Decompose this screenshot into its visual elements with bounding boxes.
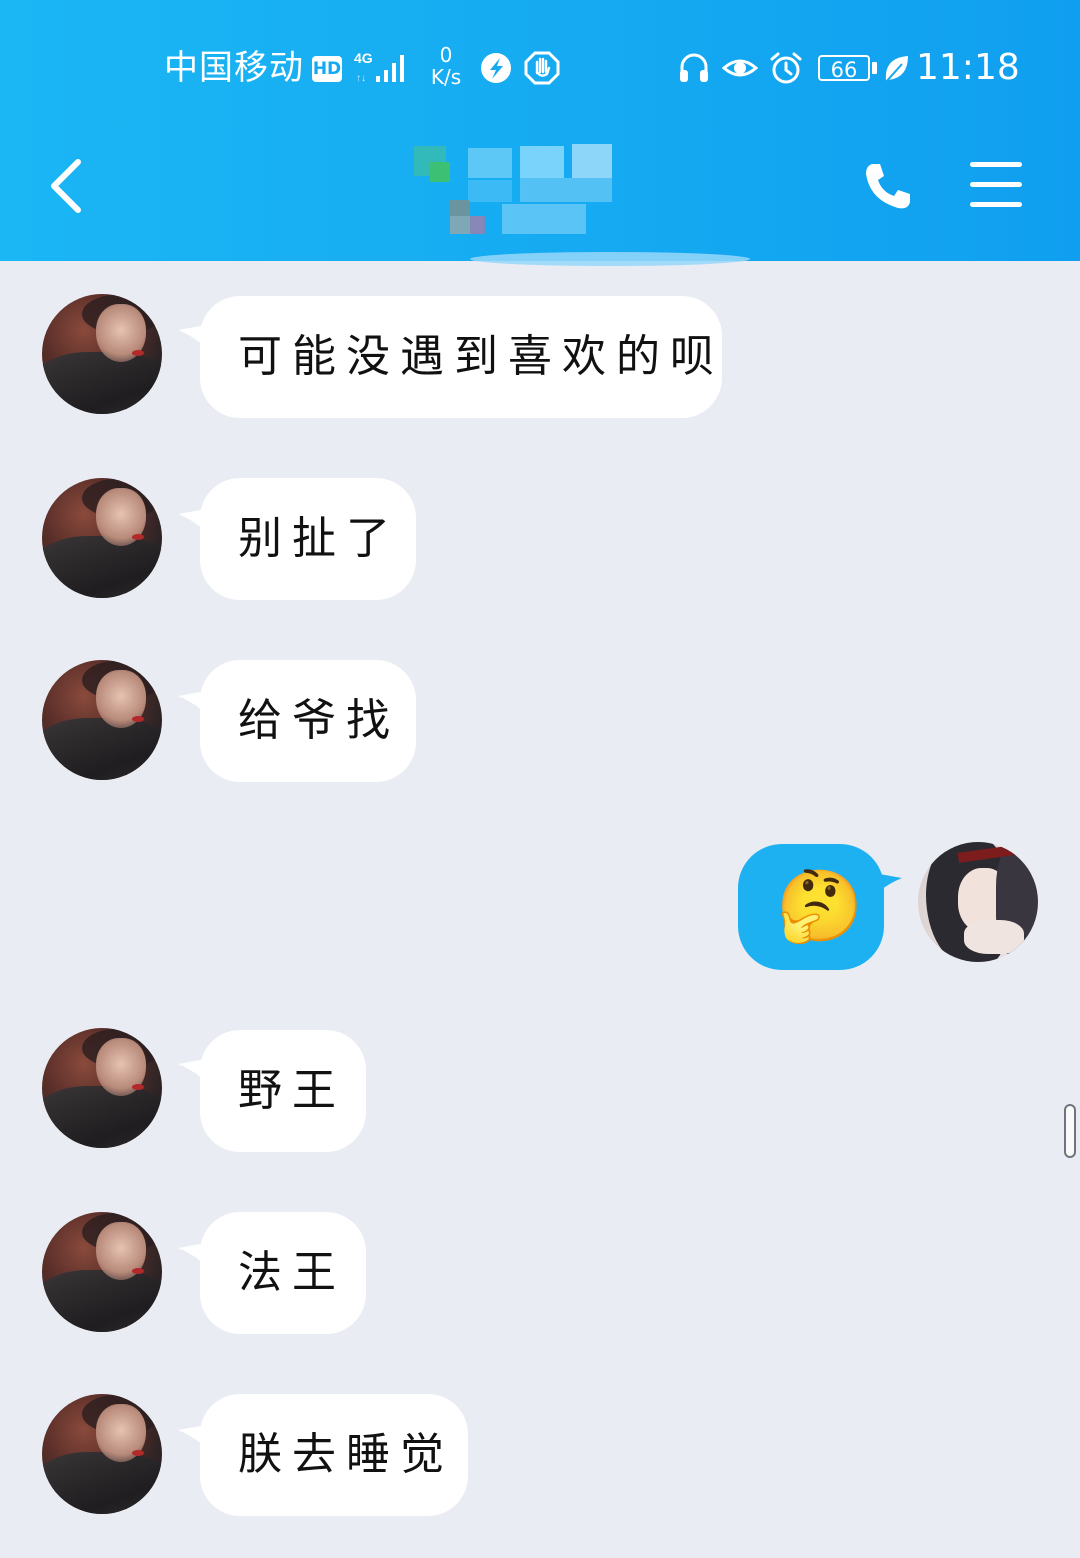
network-type: 4G: [354, 50, 373, 66]
leaf-icon: [882, 50, 910, 86]
message-bubble-outgoing[interactable]: 🤔: [738, 844, 884, 970]
avatar[interactable]: [42, 1394, 162, 1514]
message-bubble[interactable]: 别扯了: [200, 478, 416, 600]
scrollbar-thumb[interactable]: [1064, 1104, 1076, 1158]
call-button[interactable]: [860, 158, 916, 214]
app-s-icon: [478, 50, 514, 86]
menu-button[interactable]: [968, 160, 1024, 210]
thinking-emoji: 🤔: [776, 865, 864, 947]
message-row: 朕去睡觉: [0, 1394, 1080, 1524]
net-speed-value: 0: [439, 43, 453, 67]
phone-icon: [866, 164, 910, 209]
bubble-tail: [868, 872, 902, 902]
message-row: 野王: [0, 1028, 1080, 1158]
message-row: 法王: [0, 1212, 1080, 1342]
message-bubble[interactable]: 法王: [200, 1212, 366, 1334]
message-bubble[interactable]: 朕去睡觉: [200, 1394, 468, 1516]
chat-title[interactable]: [396, 142, 632, 238]
avatar[interactable]: [42, 1028, 162, 1148]
message-row: 别扯了: [0, 478, 1080, 608]
avatar[interactable]: [42, 478, 162, 598]
headset-icon: [676, 50, 712, 86]
status-time: 11:18: [916, 47, 1020, 88]
message-bubble[interactable]: 可能没遇到喜欢的呗: [200, 296, 722, 418]
message-row: 可能没遇到喜欢的呗: [0, 294, 1080, 424]
eye-icon: [721, 50, 759, 86]
back-button[interactable]: [44, 156, 88, 216]
self-avatar[interactable]: [918, 842, 1038, 962]
carrier-name: 中国移动: [164, 48, 304, 88]
top-header: 中国移动 HD 4G ↑↓ 0 K/s 66 11:18: [0, 0, 1080, 261]
message-bubble[interactable]: 给爷找: [200, 660, 416, 782]
battery-tip: [872, 62, 877, 74]
chevron-left-icon: [51, 159, 81, 213]
avatar[interactable]: [42, 1212, 162, 1332]
battery-icon: 66: [818, 55, 870, 82]
avatar[interactable]: [42, 660, 162, 780]
header-decor: [470, 252, 750, 266]
hd-icon: HD: [312, 56, 342, 82]
avatar[interactable]: [42, 294, 162, 414]
message-bubble[interactable]: 野王: [200, 1030, 366, 1152]
alarm-icon: [768, 50, 804, 86]
status-bar: 中国移动 HD 4G ↑↓ 0 K/s 66 11:18: [0, 0, 1080, 130]
menu-icon: [970, 162, 1022, 167]
message-row-outgoing: 🤔: [0, 842, 1080, 972]
hand-stop-icon: [524, 50, 560, 86]
signal-icon: 4G ↑↓: [354, 50, 414, 86]
net-speed: 0 K/s: [426, 44, 466, 88]
svg-text:↑↓: ↑↓: [356, 73, 366, 84]
message-row: 给爷找: [0, 660, 1080, 790]
net-speed-unit: K/s: [430, 65, 462, 89]
